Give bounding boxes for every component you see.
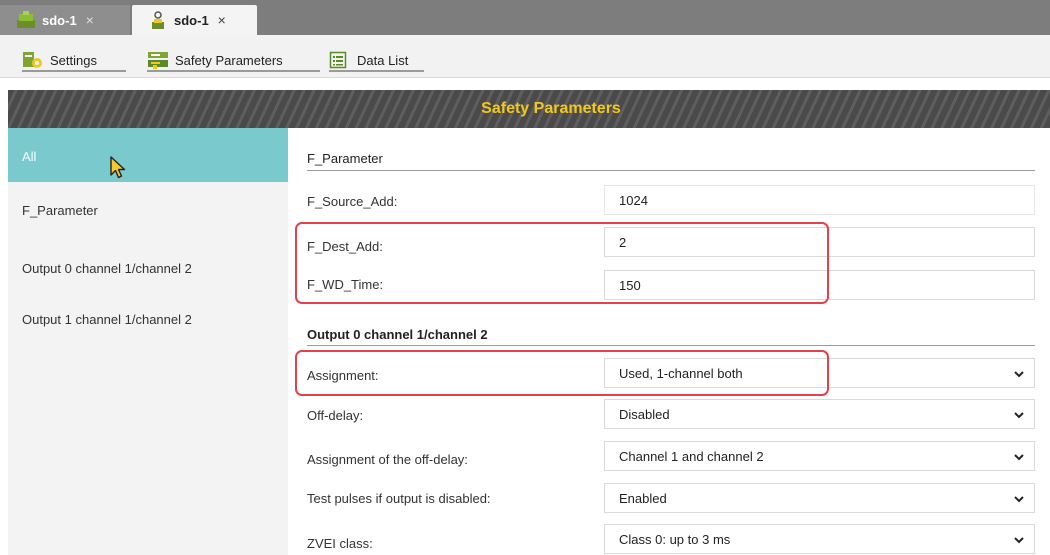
chevron-down-icon bbox=[1014, 408, 1024, 419]
section-title-output-0: Output 0 channel 1/channel 2 bbox=[307, 327, 488, 342]
highlight-box bbox=[295, 222, 829, 304]
settings-label: Settings bbox=[50, 52, 97, 68]
chevron-down-icon bbox=[1014, 367, 1024, 378]
chevron-down-icon bbox=[1014, 492, 1024, 503]
tab-sdo-1-inactive[interactable]: sdo-1 × bbox=[0, 5, 130, 35]
sidebar-item-f-parameter[interactable]: F_Parameter bbox=[8, 203, 288, 218]
settings-icon bbox=[22, 51, 44, 69]
category-sidebar: All F_Parameter Output 0 channel 1/chann… bbox=[8, 128, 288, 555]
section-title-f-parameter: F_Parameter bbox=[307, 151, 383, 166]
tab-label: sdo-1 bbox=[42, 12, 77, 28]
safety-parameters-icon bbox=[147, 51, 169, 69]
field-label-off-delay: Off-delay: bbox=[307, 408, 364, 423]
section-divider bbox=[307, 170, 1035, 171]
device-icon bbox=[16, 11, 36, 29]
f-source-add-field: 1024 bbox=[604, 185, 1035, 215]
close-icon[interactable]: × bbox=[218, 12, 226, 28]
highlight-box bbox=[295, 350, 829, 396]
off-delay-assignment-select[interactable]: Channel 1 and channel 2 bbox=[604, 441, 1035, 471]
section-divider bbox=[307, 345, 1035, 346]
off-delay-select[interactable]: Disabled bbox=[604, 399, 1035, 429]
editor-toolbar: Settings Safety Parameters Data List bbox=[0, 35, 1050, 78]
document-tab-bar: sdo-1 × sdo-1 × bbox=[0, 0, 1050, 35]
sidebar-item-output-0[interactable]: Output 0 channel 1/channel 2 bbox=[8, 261, 288, 276]
field-label-test-pulses: Test pulses if output is disabled: bbox=[307, 491, 491, 506]
zvei-class-select[interactable]: Class 0: up to 3 ms bbox=[604, 524, 1035, 554]
test-pulses-select[interactable]: Enabled bbox=[604, 483, 1035, 513]
f-source-add-value: 1024 bbox=[619, 192, 648, 208]
safety-parameters-button[interactable]: Safety Parameters bbox=[147, 50, 320, 72]
parameters-panel: F_Parameter F_Source_Add: 1024 F_Dest_Ad… bbox=[288, 128, 1050, 555]
test-pulses-value: Enabled bbox=[619, 490, 667, 506]
list-icon bbox=[329, 51, 351, 69]
safety-parameters-label: Safety Parameters bbox=[175, 52, 283, 68]
chevron-down-icon bbox=[1014, 533, 1024, 544]
mouse-cursor-icon bbox=[108, 155, 130, 183]
chevron-down-icon bbox=[1014, 450, 1024, 461]
page-title-banner: Safety Parameters bbox=[8, 90, 1050, 128]
sidebar-item-all[interactable]: All bbox=[8, 128, 288, 182]
data-list-label: Data List bbox=[357, 52, 409, 68]
device-person-icon bbox=[148, 11, 168, 29]
field-label-zvei-class: ZVEI class: bbox=[307, 536, 373, 551]
field-label-f-source-add: F_Source_Add: bbox=[307, 194, 398, 209]
settings-button[interactable]: Settings bbox=[22, 50, 126, 72]
data-list-button[interactable]: Data List bbox=[329, 50, 424, 72]
page-title: Safety Parameters bbox=[481, 100, 621, 117]
field-label-off-delay-assignment: Assignment of the off-delay: bbox=[307, 452, 468, 467]
off-delay-value: Disabled bbox=[619, 406, 670, 422]
off-delay-assignment-value: Channel 1 and channel 2 bbox=[619, 448, 764, 464]
sidebar-item-output-1[interactable]: Output 1 channel 1/channel 2 bbox=[8, 312, 288, 327]
close-icon[interactable]: × bbox=[86, 12, 94, 28]
tab-label: sdo-1 bbox=[174, 12, 209, 28]
zvei-class-value: Class 0: up to 3 ms bbox=[619, 531, 731, 547]
tab-sdo-1-active[interactable]: sdo-1 × bbox=[132, 5, 257, 35]
